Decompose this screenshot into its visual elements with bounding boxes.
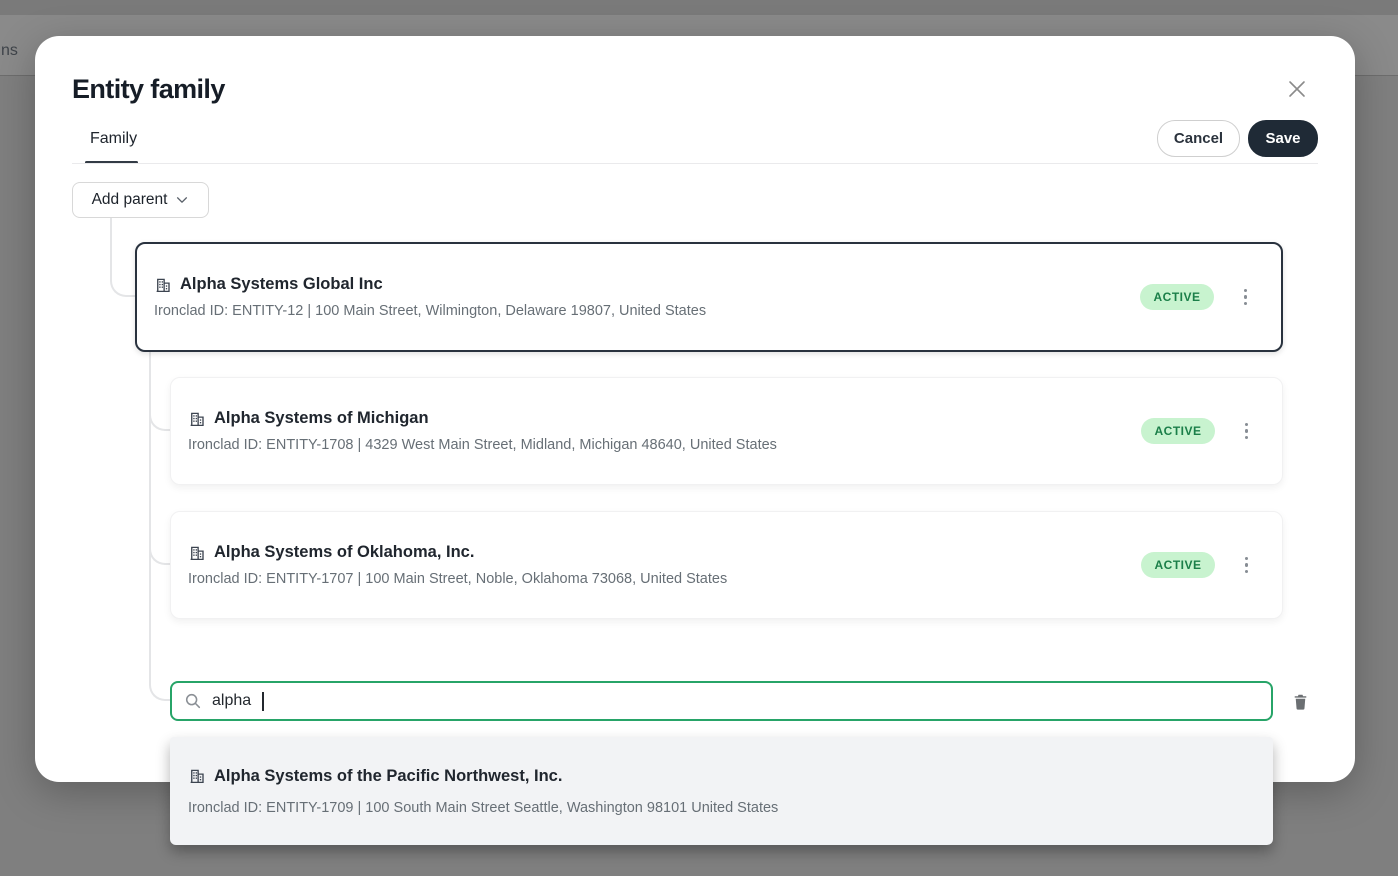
background-top-strip <box>0 0 1398 15</box>
save-button[interactable]: Save <box>1248 120 1318 157</box>
text-caret <box>262 692 264 711</box>
chevron-down-icon <box>175 193 189 207</box>
page-title: Entity family <box>72 74 225 105</box>
trash-button[interactable] <box>1285 686 1315 716</box>
entity-card-alpha-systems-michigan[interactable]: Alpha Systems of Michigan Ironclad ID: E… <box>170 377 1283 485</box>
entity-name: Alpha Systems Global Inc <box>180 275 383 294</box>
close-icon-glyph <box>1286 78 1308 100</box>
tab-family[interactable]: Family <box>90 130 137 148</box>
entity-card-main: Alpha Systems of Michigan Ironclad ID: E… <box>188 409 777 453</box>
search-suggestion-item[interactable]: Alpha Systems of the Pacific Northwest, … <box>170 737 1273 845</box>
status-badge: ACTIVE <box>1141 552 1214 578</box>
entity-name: Alpha Systems of Michigan <box>214 409 429 428</box>
add-parent-button[interactable]: Add parent <box>72 182 209 218</box>
entity-details: Ironclad ID: ENTITY-1709 | 100 South Mai… <box>188 800 1255 816</box>
entity-family-modal: Entity family Cancel Save Family Add par… <box>35 36 1355 782</box>
entity-details: Ironclad ID: ENTITY-1708 | 4329 West Mai… <box>188 437 777 453</box>
trash-icon <box>1291 692 1310 711</box>
entity-search-input[interactable]: alpha <box>170 681 1273 721</box>
entity-card-alpha-systems-global[interactable]: Alpha Systems Global Inc Ironclad ID: EN… <box>135 242 1283 352</box>
search-input-value: alpha <box>212 692 251 710</box>
entity-card-alpha-systems-oklahoma[interactable]: Alpha Systems of Oklahoma, Inc. Ironclad… <box>170 511 1283 619</box>
tabs-divider <box>72 163 1318 164</box>
cancel-button[interactable]: Cancel <box>1157 120 1240 157</box>
building-icon <box>188 544 206 562</box>
entity-card-main: Alpha Systems of Oklahoma, Inc. Ironclad… <box>188 543 727 587</box>
add-parent-label: Add parent <box>92 191 168 209</box>
close-icon[interactable] <box>1284 76 1310 102</box>
building-icon <box>188 767 206 785</box>
tree-connector <box>149 352 170 701</box>
background-clipped-text: ns <box>1 42 18 60</box>
entity-card-main: Alpha Systems Global Inc Ironclad ID: EN… <box>154 275 706 319</box>
building-icon <box>188 410 206 428</box>
entity-details: Ironclad ID: ENTITY-1707 | 100 Main Stre… <box>188 571 727 587</box>
building-icon <box>154 276 172 294</box>
kebab-menu-icon[interactable] <box>1241 419 1253 444</box>
tree-connector <box>110 218 135 297</box>
status-badge: ACTIVE <box>1141 418 1214 444</box>
kebab-menu-icon[interactable] <box>1240 285 1252 310</box>
entity-details: Ironclad ID: ENTITY-12 | 100 Main Street… <box>154 303 706 319</box>
kebab-menu-icon[interactable] <box>1241 553 1253 578</box>
status-badge: ACTIVE <box>1140 284 1213 310</box>
search-icon <box>184 692 202 710</box>
entity-name: Alpha Systems of Oklahoma, Inc. <box>214 543 474 562</box>
entity-name: Alpha Systems of the Pacific Northwest, … <box>214 767 562 786</box>
